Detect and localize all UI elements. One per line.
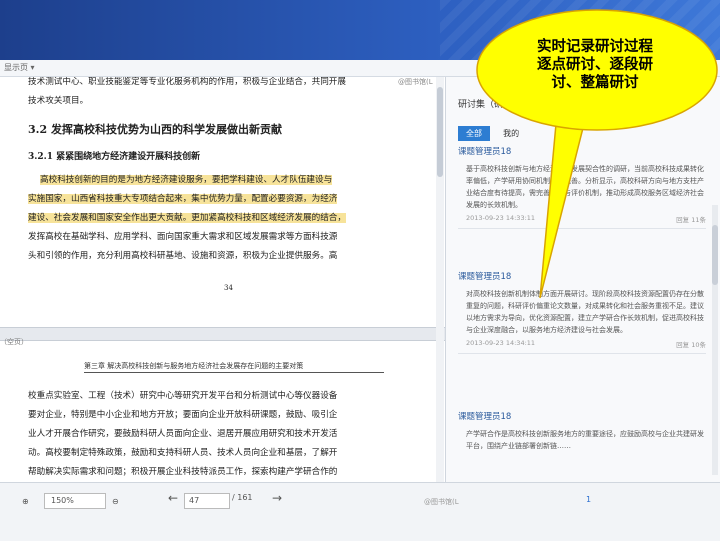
card-body: 基于高校科技创新与地方经济社会发展契合性的调研，当前高校科技成果转化率偏低，产学… xyxy=(466,165,704,209)
page-number: 34 xyxy=(224,284,233,292)
panel-scrollbar[interactable] xyxy=(712,205,718,475)
highlight-mark[interactable]: 实施国家，山西省科技重大专项结合起来，集中优势力量，配置必要资源，为经济 xyxy=(28,194,338,204)
discussion-card[interactable]: 课题管理员18 基于高校科技创新与地方经济社会发展契合性的调研，当前高校科技成果… xyxy=(458,145,706,229)
discussion-card[interactable]: 课题管理员18 对高校科技创新机制体制方面开展研讨。现阶段高校科技资源配置仍存在… xyxy=(458,270,706,354)
paragraph-line: 发挥高校在基础学科、应用学科、面向国家重大需求和区域发展需求等方面科技源 xyxy=(28,232,338,242)
discussion-panel: @图书馆(L 研讨集（研讨群组） 全部 我的 课题管理员18 基于高校科技创新与… xyxy=(446,77,720,482)
paragraph-line: 动。高校要制定特殊政策，鼓励和支持科研人员、技术人员向企业和基层，了解开 xyxy=(28,448,338,458)
card-body: 产学研合作是高校科技创新服务地方的重要途径，应鼓励高校与企业共建研发平台，围绕产… xyxy=(466,430,704,450)
document-viewer[interactable]: @图书馆(L 技术测试中心、职业技能鉴定等专业化服务机构的作用，积极与企业结合，… xyxy=(0,77,446,482)
highlighted-line[interactable]: 实施国家，山西省科技重大专项结合起来，集中优势力量，配置必要资源，为经济 xyxy=(28,190,338,209)
discussion-card[interactable]: 课题管理员18 产学研合作是高校科技创新服务地方的重要途径，应鼓励高校与企业共建… xyxy=(458,410,706,452)
card-time: 2013-09-23 14:33:11 xyxy=(466,214,536,222)
discussion-tabs: 全部 我的 xyxy=(458,121,527,141)
blank-page-label: （空页） xyxy=(0,338,28,346)
tab-all[interactable]: 全部 xyxy=(458,126,490,141)
callout-line: 逐点研讨、逐段研 xyxy=(537,57,653,73)
highlight-mark[interactable]: 高校科技创新的目的是为地方经济建设服务，要把学科建设、人才队伍建设与 xyxy=(40,175,333,185)
callout-line: 实时记录研讨过程 xyxy=(537,39,653,55)
zoom-out-icon[interactable]: ⊖ xyxy=(112,497,119,506)
card-divider xyxy=(458,353,706,354)
paragraph-line: 头和引领的作用，充分利用高校科研基地、设施和资源，积极为企业提供服务。高 xyxy=(28,251,338,261)
paragraph-line: 业人才开展合作研究，要鼓励科研人员面向企业、退居开展应用研究和技术开发活 xyxy=(28,429,338,439)
page-link[interactable]: 1 xyxy=(586,495,591,504)
highlight-mark[interactable]: 建设、社会发展和国家安全作出更大贡献。更加紧高校科技和区域经济发展的结合， xyxy=(28,213,346,223)
card-meta: 2013-09-23 14:34:11 回复 10条 xyxy=(458,339,706,349)
paragraph-line: 帮助解决实际需求和问题；积极开展企业科技特派员工作，探索构建产学研合作的 xyxy=(28,467,338,477)
zoom-in-icon[interactable]: ⊕ xyxy=(22,497,29,506)
toolbar-watermark: @图书馆(L xyxy=(424,498,459,506)
chapter-header: 第三章 解决高校科技创新与服务地方经济社会发展存在问题的主要对策 xyxy=(84,361,384,373)
subsection-heading: 3.2.1 紧紧围绕地方经济建设开展科技创新 xyxy=(28,152,201,162)
highlighted-line[interactable]: 建设、社会发展和国家安全作出更大贡献。更加紧高校科技和区域经济发展的结合， xyxy=(28,209,346,228)
card-divider xyxy=(458,228,706,229)
scrollbar-thumb[interactable] xyxy=(437,87,443,177)
panel-scrollbar-thumb[interactable] xyxy=(712,225,718,285)
reply-count-link[interactable]: 回复 11条 xyxy=(676,214,706,224)
discussion-header: 研讨集（研讨群组） xyxy=(458,100,540,110)
card-author[interactable]: 课题管理员18 xyxy=(458,145,706,157)
callout-line: 讨、整篇研讨 xyxy=(551,75,639,91)
document-page: 技术测试中心、职业技能鉴定等专业化服务机构的作用，积极与企业结合，共同开展 技术… xyxy=(28,77,428,482)
reply-count-link[interactable]: 回复 10条 xyxy=(676,339,706,349)
highlighted-line[interactable]: 高校科技创新的目的是为地方经济建设服务，要把学科建设、人才队伍建设与 xyxy=(40,171,333,190)
paragraph-line: 技术攻关项目。 xyxy=(28,96,89,106)
card-body: 对高校科技创新机制体制方面开展研讨。现阶段高校科技资源配置仍存在分散重复的问题，… xyxy=(466,290,704,334)
paragraph-line: 要对企业，特别是中小企业和地方开放；要面向企业开放科研课题，鼓励、吸引企 xyxy=(28,410,338,420)
card-time: 2013-09-23 14:34:11 xyxy=(466,339,536,347)
paragraph-line: 技术测试中心、职业技能鉴定等专业化服务机构的作用，积极与企业结合，共同开展 xyxy=(28,77,346,87)
view-dropdown[interactable]: 显示页 ▾ xyxy=(4,60,35,76)
page-total: / 161 xyxy=(232,493,253,502)
callout-text: 实时记录研讨过程 逐点研讨、逐段研 讨、整篇研讨 xyxy=(500,38,690,92)
reader-toolbar: ⊕ 150% ⊖ ← 47 / 161 → @图书馆(L 1 xyxy=(0,482,720,541)
reader-app: 显示页 ▾ @图书馆(L 技术测试中心、职业技能鉴定等专业化服务机构的作用，积极… xyxy=(0,60,720,541)
section-heading: 3.2 发挥高校科技优势为山西的科学发展做出新贡献 xyxy=(28,123,282,136)
card-author[interactable]: 课题管理员18 xyxy=(458,270,706,282)
document-scrollbar[interactable] xyxy=(436,77,444,482)
page-input[interactable]: 47 xyxy=(184,493,230,509)
page-separator xyxy=(0,327,445,341)
card-author[interactable]: 课题管理员18 xyxy=(458,410,706,422)
zoom-select[interactable]: 150% xyxy=(44,493,106,509)
card-meta: 2013-09-23 14:33:11 回复 11条 xyxy=(458,214,706,224)
paragraph-line: 校重点实验室、工程（技术）研究中心等研究开发平台和分析测试中心等仪器设备 xyxy=(28,391,338,401)
tab-mine[interactable]: 我的 xyxy=(495,126,527,141)
next-page-icon[interactable]: → xyxy=(272,491,282,505)
prev-page-icon[interactable]: ← xyxy=(168,491,178,505)
